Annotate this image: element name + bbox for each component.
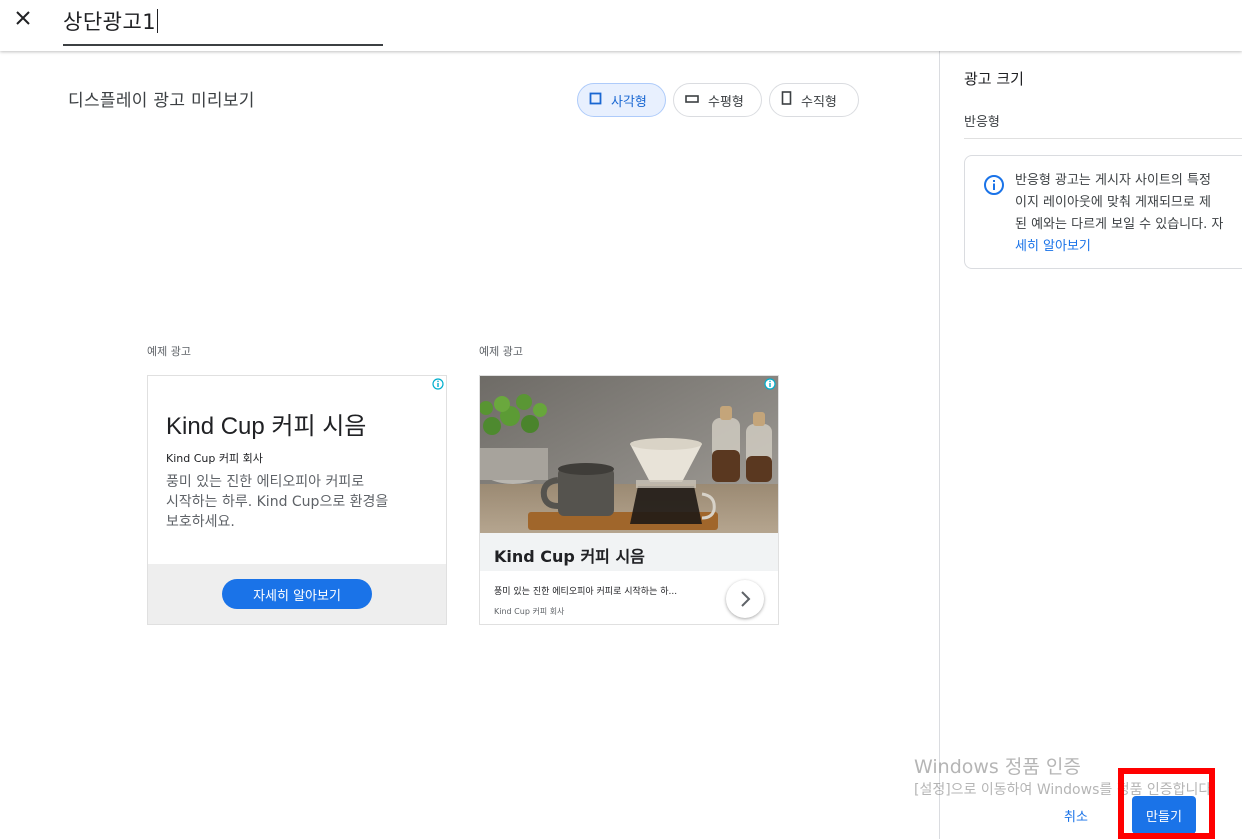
chevron-right-icon [741, 591, 751, 607]
close-icon [16, 11, 30, 25]
horizontal-rect-icon [685, 93, 699, 108]
ad-size-type: 반응형 [964, 115, 1000, 130]
info-text-line: 이지 레이아웃에 맞춰 게재되므로 제 [1015, 195, 1211, 210]
ad-label-2: 예제 광고 [479, 345, 523, 358]
close-button[interactable] [12, 7, 36, 31]
square-icon [589, 92, 602, 109]
create-button[interactable]: 만들기 [1132, 796, 1196, 834]
ad1-description: 풍미 있는 진한 에티오피아 커피로 시작하는 하루. Kind Cup으로 환… [166, 472, 426, 532]
toggle-square[interactable]: 사각형 [577, 83, 666, 117]
ad1-description-line: 시작하는 하루. Kind Cup으로 환경을 [166, 494, 389, 510]
ad1-footer: 자세히 알아보기 [148, 564, 446, 624]
ad-label-1: 예제 광고 [147, 345, 191, 358]
vertical-rect-icon [781, 91, 792, 109]
top-bar: 상단광고1 [0, 0, 1242, 51]
ad-size-title: 광고 크기 [964, 70, 1024, 88]
adchoices-icon[interactable] [432, 378, 444, 390]
ad1-headline: Kind Cup 커피 시음 [166, 413, 367, 440]
learn-more-button[interactable]: 자세히 알아보기 [222, 579, 372, 609]
ad2-next-button[interactable] [726, 580, 764, 618]
info-text-line: 반응형 광고는 게시자 사이트의 특정 [1015, 173, 1211, 188]
ad-name-field[interactable]: 상단광고1 [63, 6, 383, 46]
sample-ad-text: Kind Cup 커피 시음 Kind Cup 커피 회사 풍미 있는 진한 에… [147, 375, 447, 625]
section-divider [964, 138, 1242, 139]
ad-name-value[interactable]: 상단광고1 [63, 10, 156, 34]
adchoices-icon[interactable] [764, 378, 776, 390]
ad1-description-line: 보호하세요. [166, 514, 235, 530]
info-text: 반응형 광고는 게시자 사이트의 특정 이지 레이아웃에 맞춰 게재되므로 제 … [1015, 170, 1242, 258]
info-text-line: 된 예와는 다르게 보일 수 있습니다. 자 [1015, 217, 1224, 232]
info-icon [984, 175, 1004, 195]
ad1-description-line: 풍미 있는 진한 에티오피아 커피로 [166, 474, 365, 490]
ad2-advertiser: Kind Cup 커피 회사 [494, 607, 565, 616]
preview-title: 디스플레이 광고 미리보기 [68, 91, 255, 111]
toggle-vertical[interactable]: 수직형 [769, 83, 859, 117]
sample-ad-image: Kind Cup 커피 시음 풍미 있는 진한 에티오피아 커피로 시작하는 하… [479, 375, 779, 625]
activation-watermark-title: Windows 정품 인증 [914, 756, 1081, 778]
panel-divider [939, 51, 940, 839]
text-caret [157, 9, 159, 33]
ad2-description: 풍미 있는 진한 에티오피아 커피로 시작하는 하... [494, 587, 678, 597]
cancel-button[interactable]: 취소 [1056, 803, 1096, 827]
ad2-headline: Kind Cup 커피 시음 [494, 547, 645, 566]
toggle-vertical-label: 수직형 [801, 94, 837, 110]
toggle-horizontal-label: 수평형 [708, 94, 744, 110]
responsive-info-card: 반응형 광고는 게시자 사이트의 특정 이지 레이아웃에 맞춰 게재되므로 제 … [964, 155, 1242, 269]
toggle-square-label: 사각형 [611, 94, 647, 110]
toggle-horizontal[interactable]: 수평형 [673, 83, 762, 117]
learn-more-link[interactable]: 세히 알아보기 [1015, 236, 1242, 258]
coffee-product-image [480, 376, 778, 533]
ad1-advertiser: Kind Cup 커피 회사 [166, 452, 263, 465]
